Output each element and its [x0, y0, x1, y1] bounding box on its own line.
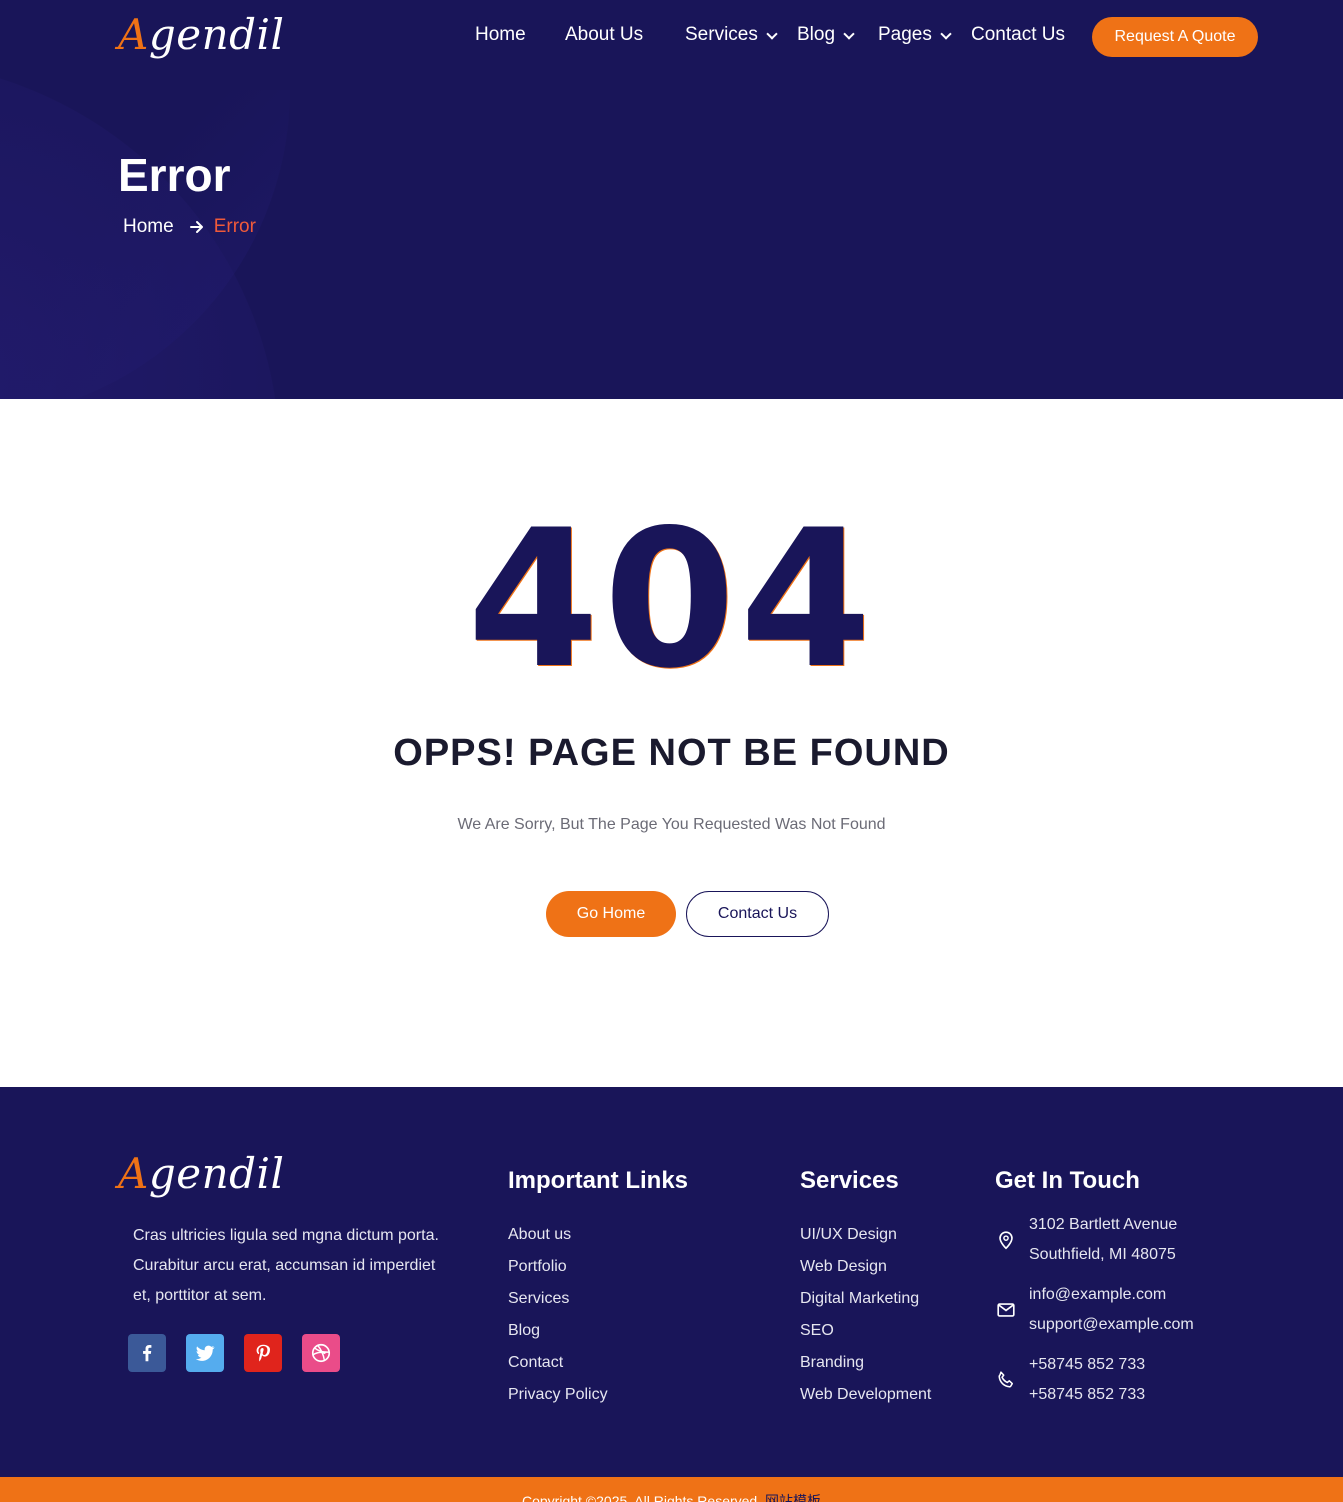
nav-label: About Us: [565, 24, 644, 45]
copyright-link[interactable]: 网站模板: [765, 1493, 821, 1502]
footer-service-web-design[interactable]: Web Design: [800, 1255, 931, 1287]
nav-label: Home: [475, 24, 526, 45]
error-message: We Are Sorry, But The Page You Requested…: [457, 816, 886, 833]
go-home-button[interactable]: Go Home: [546, 891, 676, 937]
footer-link-portfolio[interactable]: Portfolio: [508, 1255, 608, 1287]
dribbble-icon: [311, 1343, 331, 1363]
phone-icon: [998, 1371, 1014, 1388]
footer-services-list: UI/UX Design Web Design Digital Marketin…: [800, 1223, 931, 1415]
nav-pages[interactable]: Pages: [878, 24, 952, 46]
footer-services-heading: Services: [800, 1167, 899, 1194]
footer-link-services[interactable]: Services: [508, 1287, 608, 1319]
email-support[interactable]: support@example.com: [1029, 1310, 1194, 1340]
nav-label: Contact Us: [971, 24, 1065, 45]
pinterest-icon: [256, 1344, 271, 1362]
footer-links-list: About us Portfolio Services Blog Contact…: [508, 1223, 608, 1415]
contact-us-button[interactable]: Contact Us: [686, 891, 829, 937]
chevron-down-icon: [940, 27, 952, 40]
copyright-text: Copyright ©2025. All Rights Reserved. 网站…: [0, 1491, 1343, 1502]
footer-link-about[interactable]: About us: [508, 1223, 608, 1255]
address-line-2: Southfield, MI 48075: [1029, 1246, 1176, 1263]
footer-about-text: Cras ultricies ligula sed mgna dictum po…: [133, 1227, 439, 1304]
logo-initial: A: [118, 1149, 149, 1198]
page-title: Error: [118, 149, 231, 201]
facebook-icon: [143, 1345, 152, 1362]
nav-about-us[interactable]: About Us: [565, 24, 643, 46]
footer-contact-heading: Get In Touch: [995, 1167, 1140, 1194]
nav-label: Pages: [878, 24, 932, 45]
footer-service-branding[interactable]: Branding: [800, 1351, 931, 1383]
email-info[interactable]: info@example.com: [1029, 1280, 1194, 1310]
arrow-right-icon: [189, 221, 203, 233]
footer-service-web-development[interactable]: Web Development: [800, 1383, 931, 1415]
footer-phones: +58745 852 733 +58745 852 733: [995, 1350, 1145, 1410]
chevron-down-icon: [843, 27, 855, 40]
footer-links-heading: Important Links: [508, 1167, 689, 1194]
copyright-bar: Copyright ©2025. All Rights Reserved. 网站…: [0, 1477, 1343, 1502]
footer-link-blog[interactable]: Blog: [508, 1319, 608, 1351]
phone-primary[interactable]: +58745 852 733: [1029, 1350, 1145, 1380]
hero-header: Agendil Home About Us Services Blog Page…: [0, 0, 1343, 399]
footer-service-seo[interactable]: SEO: [800, 1319, 931, 1351]
footer-address: 3102 Bartlett Avenue Southfield, MI 4807…: [995, 1210, 1177, 1270]
footer-logo[interactable]: Agendil: [118, 1149, 284, 1198]
mail-icon: [997, 1303, 1015, 1317]
footer-emails: info@example.com support@example.com: [995, 1280, 1194, 1340]
nav-services[interactable]: Services: [685, 24, 778, 46]
footer-link-privacy[interactable]: Privacy Policy: [508, 1383, 608, 1415]
twitter-icon: [195, 1345, 215, 1361]
request-quote-button[interactable]: Request A Quote: [1092, 17, 1258, 57]
chevron-down-icon: [766, 27, 778, 40]
footer-service-digital-marketing[interactable]: Digital Marketing: [800, 1287, 931, 1319]
footer-link-contact[interactable]: Contact: [508, 1351, 608, 1383]
dribbble-link[interactable]: [302, 1334, 340, 1372]
copyright-label: Copyright ©2025. All Rights Reserved.: [522, 1493, 762, 1502]
breadcrumb-current: Error: [213, 216, 256, 237]
error-heading: OPPS! PAGE NOT BE FOUND: [393, 732, 950, 774]
logo-text: gendil: [148, 1149, 285, 1198]
error-code: 404: [467, 489, 876, 710]
pinterest-link[interactable]: [244, 1334, 282, 1372]
breadcrumb-home-link[interactable]: Home: [123, 216, 174, 238]
nav-label: Services: [685, 24, 758, 45]
nav-home[interactable]: Home: [475, 24, 526, 46]
phone-secondary[interactable]: +58745 852 733: [1029, 1380, 1145, 1410]
location-pin-icon: [999, 1231, 1013, 1250]
twitter-link[interactable]: [186, 1334, 224, 1372]
nav-label: Blog: [797, 24, 836, 45]
site-footer: Agendil Cras ultricies ligula sed mgna d…: [0, 1087, 1343, 1477]
footer-service-uiux[interactable]: UI/UX Design: [800, 1223, 931, 1255]
breadcrumb: Home Error: [123, 216, 256, 238]
address-line-1: 3102 Bartlett Avenue: [1029, 1216, 1178, 1233]
nav-blog[interactable]: Blog: [797, 24, 855, 46]
nav-contact-us[interactable]: Contact Us: [971, 24, 1065, 46]
facebook-link[interactable]: [128, 1334, 166, 1372]
